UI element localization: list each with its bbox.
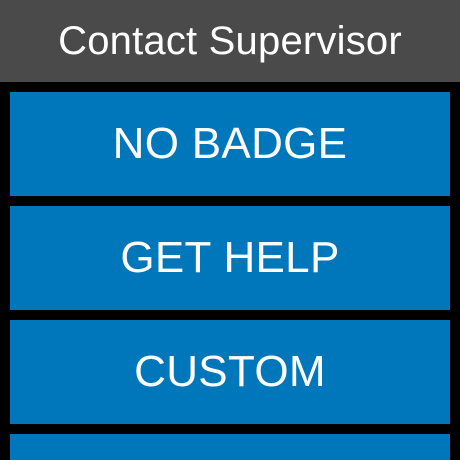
contact-supervisor-screen: Contact Supervisor NO BADGE GET HELP CUS… bbox=[0, 0, 460, 460]
next-option-button[interactable] bbox=[10, 434, 450, 460]
page-title: Contact Supervisor bbox=[58, 18, 402, 63]
no-badge-label: NO BADGE bbox=[112, 119, 348, 168]
custom-button[interactable]: CUSTOM bbox=[10, 320, 450, 424]
header-bar: Contact Supervisor bbox=[0, 0, 460, 82]
get-help-label: GET HELP bbox=[120, 233, 340, 282]
no-badge-button[interactable]: NO BADGE bbox=[10, 92, 450, 196]
custom-label: CUSTOM bbox=[134, 347, 326, 396]
get-help-button[interactable]: GET HELP bbox=[10, 206, 450, 310]
